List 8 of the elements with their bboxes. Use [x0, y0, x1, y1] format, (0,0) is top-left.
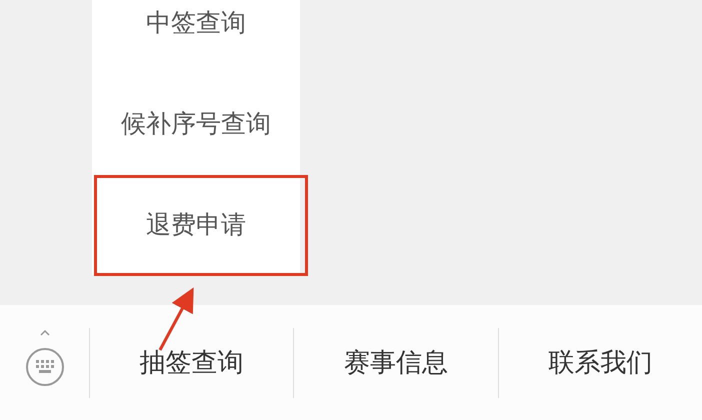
menu-bar-item[interactable]: 联系我们 — [548, 345, 652, 380]
submenu-item[interactable]: 中签查询 — [146, 6, 246, 39]
menu-bar-item[interactable]: 抽签查询 — [140, 345, 244, 380]
submenu-item[interactable]: 退费申请 — [146, 208, 246, 241]
arrow — [158, 287, 194, 351]
submenu-item[interactable]: 候补序号查询 — [121, 107, 271, 140]
keyboard-icon[interactable] — [24, 328, 66, 388]
menu-bar-item[interactable]: 赛事信息 — [344, 345, 448, 380]
